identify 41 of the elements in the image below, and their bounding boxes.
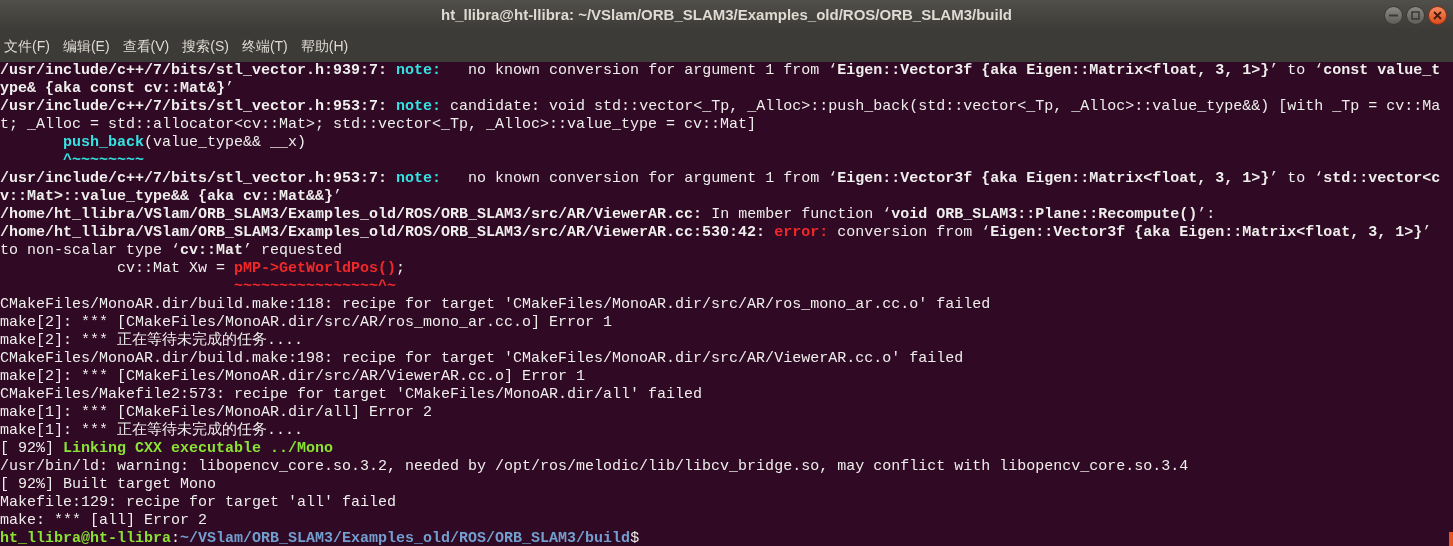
terminal-line: [ 92%] Built target Mono [0,476,217,494]
terminal-line: cv::Mat Xw = pMP->GetWorldPos(); [116,260,406,278]
menu-item[interactable]: 终端(T) [241,35,288,57]
terminal-line: Makefile:129: recipe for target 'all' failed [0,494,397,512]
terminal-line: /usr/include/c++/7/bits/stl_vector.h:953:7: note: candidate: void std::vector<_Tp, _Alloc>::push_back(std::vector<_Tp, _Alloc>::value_type&&) [with _Tp = cv::Ma [0,98,1441,116]
terminal-line: /usr/include/c++/7/bits/stl_vector.h:939:7: note: no known conversion for argument 1 from ‘Eigen::Vector3f {aka Eigen::Matrix<float, 3, 1>}’ to ‘const value_t [0,62,1441,80]
menu-item[interactable]: 文件(F) [4,35,50,57]
close-button[interactable] [1428,6,1447,25]
terminal-line: push_back(value_type&& __x) [62,134,307,152]
menu-item[interactable]: 搜索(S) [182,35,229,57]
terminal-line: ~~~~~~~~~~~~~~~~^~ [233,278,397,296]
close-icon [1433,11,1442,20]
maximize-button[interactable] [1406,6,1425,25]
scrollbar-thumb[interactable] [1449,532,1453,546]
terminal-line: make[2]: *** 正在等待未完成的任务.... [0,332,304,350]
terminal-line: CMakeFiles/MonoAR.dir/build.make:198: recipe for target 'CMakeFiles/MonoAR.dir/src/AR/ViewerAR.cc.o' failed [0,350,964,368]
terminal-line: make[1]: *** 正在等待未完成的任务.... [0,422,304,440]
terminal-line: /home/ht_llibra/VSlam/ORB_SLAM3/Examples_old/ROS/ORB_SLAM3/src/AR/ViewerAR.cc: In member function ‘void ORB_SLAM3::Plane::Recompute()’: [0,206,1216,224]
terminal-line: CMakeFiles/MonoAR.dir/build.make:118: recipe for target 'CMakeFiles/MonoAR.dir/src/AR/ros_mono_ar.cc.o' failed [0,296,991,314]
terminal-line: CMakeFiles/Makefile2:573: recipe for target 'CMakeFiles/MonoAR.dir/all' failed [0,386,703,404]
menu-item[interactable]: 编辑(E) [62,35,110,57]
terminal-line: ^~~~~~~~~ [62,152,145,170]
terminal-line: v::Mat>::value_type&& {aka cv::Mat&&}’ [0,188,343,206]
minimize-button[interactable] [1384,6,1403,25]
terminal-line: make[2]: *** [CMakeFiles/MonoAR.dir/src/AR/ros_mono_ar.cc.o] Error 1 [0,314,613,331]
terminal-line: make[2]: *** [CMakeFiles/MonoAR.dir/src/AR/ViewerAR.cc.o] Error 1 [0,368,586,386]
terminal-line: to non-scalar type ‘cv::Mat’ requested [0,242,343,260]
terminal-line: [ 92%] Linking CXX executable ../Mono [0,440,334,458]
window-title: ht_llibra@ht-llibra: ~/VSlam/ORB_SLAM3/Examples_old/ROS/ORB_SLAM3/build [441,4,1012,25]
maximize-icon [1411,11,1420,20]
terminal-line: ype& {aka const cv::Mat&}’ [0,80,235,98]
menu-item[interactable]: 查看(V) [122,35,170,57]
terminal-line: /usr/include/c++/7/bits/stl_vector.h:953:7: note: no known conversion for argument 1 from ‘Eigen::Vector3f {aka Eigen::Matrix<float, 3, 1>}’ to ‘std::vector<c [0,170,1441,188]
terminal-line: t; _Alloc = std::allocator<cv::Mat>; std::vector<_Tp, _Alloc>::value_type = cv::Mat] [0,116,757,134]
terminal-line: make: *** [all] Error 2 [0,512,208,530]
terminal-line: make[1]: *** [CMakeFiles/MonoAR.dir/all] Error 2 [0,404,433,421]
terminal-line: /usr/bin/ld: warning: libopencv_core.so.3.2, needed by /opt/ros/melodic/lib/libcv_bridge.so, may conflict with libopencv_core.so.3.4 [0,458,1189,476]
minimize-icon [1389,14,1398,17]
menu-item[interactable]: 帮助(H) [300,35,349,57]
terminal-line: ht_llibra@ht-llibra:~/VSlam/ORB_SLAM3/Examples_old/ROS/ORB_SLAM3/build$ [0,530,640,546]
terminal-line: /home/ht_llibra/VSlam/ORB_SLAM3/Examples_old/ROS/ORB_SLAM3/src/AR/ViewerAR.cc:530:42: error: conversion from ‘Eigen::Vector3f {aka Eigen::Matrix<float, 3, 1>}’ [0,224,1432,242]
